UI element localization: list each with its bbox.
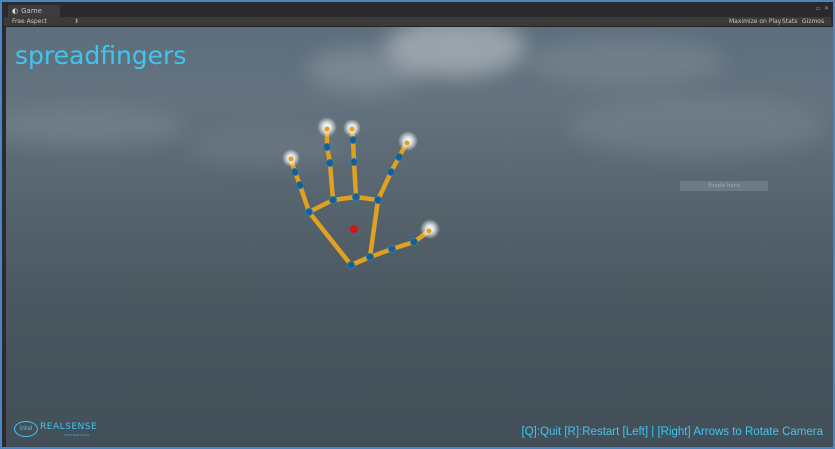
game-viewport[interactable]: spreadfingers Enable Hand intel REALSENS…	[6, 27, 833, 447]
maximize-icon[interactable]: ▫	[816, 5, 820, 12]
close-icon[interactable]: ✕	[824, 5, 829, 12]
unity-game-window: ◐ Game ▫ ✕ Free Aspect ⬍ Maximize on Play…	[0, 0, 835, 449]
fingertip-glows	[282, 117, 440, 239]
controls-help-text: [Q]:Quit [R]:Restart [Left] | [Right] Ar…	[521, 426, 823, 438]
hand-skeleton	[282, 117, 440, 269]
tab-bar: ◐ Game ▫ ✕	[4, 4, 831, 17]
tab-game[interactable]: ◐ Game	[8, 5, 60, 17]
intel-logo: intel	[14, 421, 38, 437]
tab-game-label: Game	[21, 7, 42, 15]
maximize-on-play-toggle[interactable]: Maximize on Play	[729, 17, 781, 26]
realsense-wordmark: REALSENSE	[40, 422, 98, 432]
game-toolbar: Free Aspect ⬍ Maximize on Play Stats Giz…	[4, 17, 831, 27]
palm-center-marker	[350, 225, 358, 233]
aspect-dropdown[interactable]: Free Aspect	[12, 17, 47, 26]
chevron-down-icon[interactable]: ⬍	[74, 17, 79, 26]
realsense-tagline: TECHNOLOGY	[64, 433, 90, 437]
stats-toggle[interactable]: Stats	[782, 17, 797, 26]
unity-icon: ◐	[12, 7, 19, 15]
gizmos-dropdown[interactable]: Gizmos	[802, 17, 824, 26]
